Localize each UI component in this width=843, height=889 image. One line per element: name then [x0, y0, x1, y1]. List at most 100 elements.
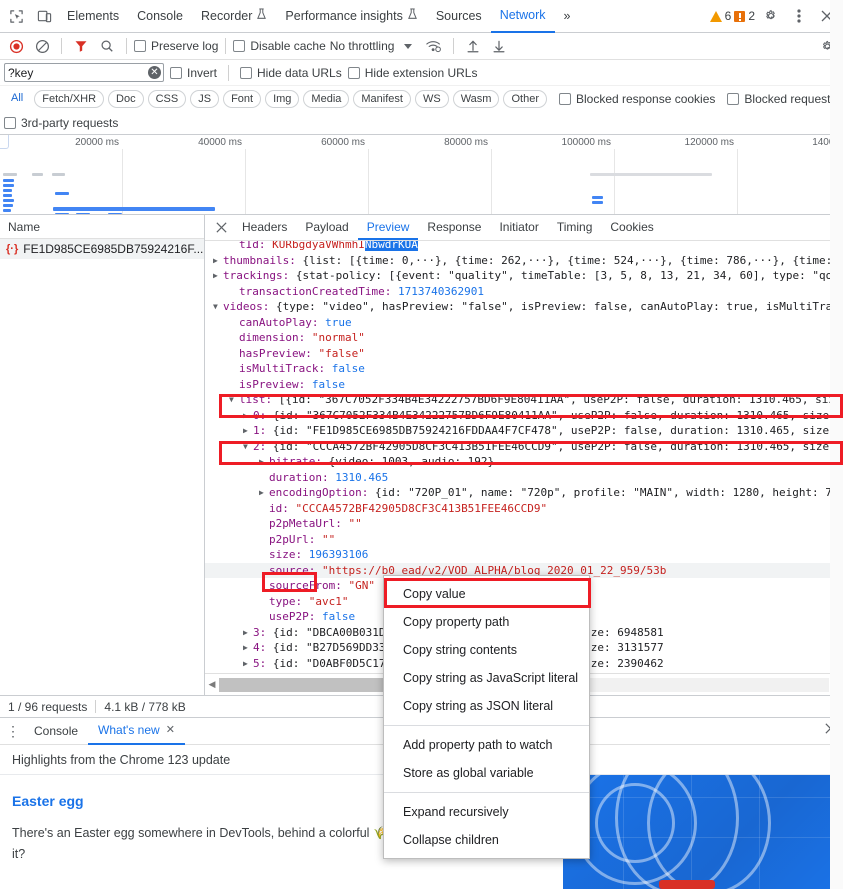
json-key[interactable]: dimension:	[239, 331, 312, 344]
tab-preview[interactable]: Preview	[357, 215, 419, 240]
type-filter-fetch-xhr[interactable]: Fetch/XHR	[34, 89, 105, 108]
context-menu-item-copy-string-js-literal[interactable]: Copy string as JavaScript literal	[384, 664, 589, 692]
search-input[interactable]	[5, 64, 163, 81]
json-key[interactable]: p2pUrl:	[269, 533, 322, 546]
hide-extension-urls-box[interactable]	[347, 66, 360, 79]
tab-headers[interactable]: Headers	[233, 215, 296, 240]
export-har-icon[interactable]	[487, 34, 511, 58]
json-tree-row[interactable]: hasPreview: "false"	[205, 346, 843, 362]
json-value[interactable]: {id: "367C7052F334B4E34222757BD6F9E80411…	[273, 409, 843, 422]
json-key[interactable]: isPreview:	[239, 378, 312, 391]
type-filter-js[interactable]: JS	[190, 89, 220, 108]
drawer-tab-whats-new[interactable]: What's new ✕	[88, 718, 185, 745]
drawer-vertical-scrollbar[interactable]	[830, 0, 843, 889]
more-tabs-button[interactable]: »	[555, 1, 580, 32]
type-filter-media[interactable]: Media	[303, 89, 350, 108]
context-menu-item-expand-recursively[interactable]: Expand recursively	[384, 798, 589, 826]
type-filter-other[interactable]: Other	[503, 89, 547, 108]
json-key[interactable]: trackings:	[223, 269, 296, 282]
json-key[interactable]: list:	[239, 393, 279, 406]
json-value[interactable]: false	[312, 378, 345, 391]
json-key[interactable]: p2pMetaUrl:	[269, 517, 348, 530]
json-tree-row[interactable]: ▶ trackings: {stat-policy: [{event: "qual…	[205, 268, 843, 284]
json-value[interactable]: {id: "FE1D985CE6985DB75924216FDDAA4F7CF4…	[273, 424, 843, 437]
json-tree-row[interactable]: dimension: "normal"	[205, 330, 843, 346]
json-key[interactable]: 0:	[253, 409, 273, 422]
invert-box[interactable]	[170, 66, 182, 79]
json-key[interactable]: useP2P:	[269, 610, 322, 623]
json-key[interactable]: videos:	[223, 300, 276, 313]
json-tree-row[interactable]: ▼ list: [{id: "367C7052F334B4E34222757BD6…	[205, 392, 843, 408]
clear-filter-icon[interactable]: ✕	[148, 66, 161, 79]
json-key[interactable]: thumbnails:	[223, 254, 302, 267]
json-key[interactable]: bitrate:	[269, 455, 329, 468]
context-menu-item-store-as-global-variable[interactable]: Store as global variable	[384, 759, 589, 787]
json-key[interactable]: 2:	[253, 440, 273, 453]
tab-timing[interactable]: Timing	[548, 215, 602, 240]
json-value[interactable]: "avc1"	[309, 595, 349, 608]
filter-input-wrapper[interactable]: ✕	[4, 63, 164, 82]
tab-payload[interactable]: Payload	[296, 215, 357, 240]
type-filter-ws[interactable]: WS	[414, 89, 449, 108]
context-menu-item-copy-string-json-literal[interactable]: Copy string as JSON literal	[384, 692, 589, 720]
disclosure-triangle-open-icon[interactable]: ▼	[243, 439, 253, 455]
json-tree-row[interactable]: ▼ videos: {type: "video", hasPreview: "fa…	[205, 299, 843, 315]
tab-network[interactable]: Network	[490, 0, 555, 33]
tab-response[interactable]: Response	[418, 215, 490, 240]
type-filter-manifest[interactable]: Manifest	[353, 89, 411, 108]
blocked-requests-checkbox[interactable]: Blocked requests	[727, 92, 836, 106]
type-filter-doc[interactable]: Doc	[108, 89, 144, 108]
json-tree-row[interactable]: p2pMetaUrl: ""	[205, 516, 843, 532]
json-key[interactable]: size:	[269, 548, 309, 561]
json-key[interactable]: source:	[269, 564, 322, 577]
issues-counter[interactable]: 6 2	[709, 9, 755, 23]
disclosure-triangle-closed-icon[interactable]: ▶	[243, 625, 253, 641]
json-tree-row[interactable]: transactionCreatedTime: 1713740362901	[205, 284, 843, 300]
tab-initiator[interactable]: Initiator	[490, 215, 547, 240]
json-value[interactable]: false	[332, 362, 365, 375]
json-value[interactable]: "normal"	[312, 331, 365, 344]
network-conditions-icon[interactable]	[422, 34, 446, 58]
disable-cache-box[interactable]	[233, 40, 246, 52]
json-value[interactable]: {type: "video", hasPreview: "false", isP…	[276, 300, 843, 313]
tab-elements[interactable]: Elements	[58, 1, 128, 32]
json-tree-row[interactable]: ▶ thumbnails: {list: [{time: 0,···}, {tim…	[205, 253, 843, 269]
import-har-icon[interactable]	[461, 34, 485, 58]
record-button-icon[interactable]	[4, 34, 28, 58]
preserve-log-checkbox[interactable]: Preserve log	[134, 39, 218, 53]
json-tree-row[interactable]: ▶ 1: {id: "FE1D985CE6985DB75924216FDDAA4F…	[205, 423, 843, 439]
json-tree-row[interactable]: ▶ bitrate: {video: 1003, audio: 192}	[205, 454, 843, 470]
tab-recorder[interactable]: Recorder	[192, 1, 276, 32]
json-value[interactable]: ""	[348, 517, 361, 530]
disclosure-triangle-open-icon[interactable]: ▼	[229, 392, 239, 408]
network-overview-timeline[interactable]: 20000 ms 40000 ms 60000 ms 80000 ms 1000…	[0, 135, 843, 215]
json-key[interactable]: canAutoPlay:	[239, 316, 325, 329]
context-menu-item-copy-property-path[interactable]: Copy property path	[384, 608, 589, 636]
disclosure-triangle-closed-icon[interactable]: ▶	[259, 485, 269, 501]
json-value[interactable]: 1713740362901	[398, 285, 484, 298]
disclosure-triangle-closed-icon[interactable]: ▶	[243, 640, 253, 656]
json-key[interactable]: 5:	[253, 657, 273, 670]
json-value[interactable]: {id: "CCCA4572BF42905D8CF3C413B51FEE46CC…	[273, 440, 843, 453]
json-tree-row[interactable]: tId: KURbgdyaVWhmhINbwdrKUA	[205, 241, 843, 253]
json-key[interactable]: 1:	[253, 424, 273, 437]
json-value[interactable]: ""	[322, 533, 335, 546]
json-tree-row[interactable]: ▼ 2: {id: "CCCA4572BF42905D8CF3C413B51FEE…	[205, 439, 843, 455]
disclosure-triangle-closed-icon[interactable]: ▶	[243, 408, 253, 424]
json-key[interactable]: type:	[269, 595, 309, 608]
json-value[interactable]: {id: "720P_01", name: "720p", profile: "…	[375, 486, 843, 499]
context-menu-item-copy-string-contents[interactable]: Copy string contents	[384, 636, 589, 664]
json-key[interactable]: encodingOption:	[269, 486, 375, 499]
chevron-down-icon[interactable]	[396, 34, 420, 58]
tab-console[interactable]: Console	[128, 1, 192, 32]
kebab-menu-icon[interactable]	[785, 2, 813, 30]
disclosure-triangle-closed-icon[interactable]: ▶	[243, 423, 253, 439]
hide-data-urls-checkbox[interactable]: Hide data URLs	[240, 66, 342, 80]
scroll-left-arrow-icon[interactable]: ◀	[205, 679, 219, 690]
json-tree-row[interactable]: id: "CCCA4572BF42905D8CF3C413B51FEE46CCD…	[205, 501, 843, 517]
close-detail-icon[interactable]	[209, 221, 233, 234]
disable-cache-checkbox[interactable]: Disable cache	[233, 39, 326, 53]
requests-column-header[interactable]: Name	[0, 215, 204, 239]
json-value[interactable]: {video: 1003, audio: 192}	[329, 455, 495, 468]
type-filter-img[interactable]: Img	[265, 89, 300, 108]
